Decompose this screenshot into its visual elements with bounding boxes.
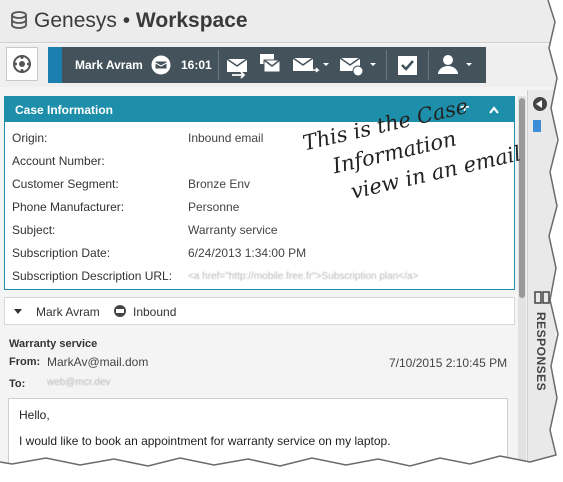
- toolbar-separator: [218, 50, 219, 80]
- interaction-toolbar: Mark Avram 16:01: [48, 47, 486, 83]
- email-subject: Warranty service: [9, 338, 98, 350]
- title-bar: Genesys • Workspace: [0, 0, 556, 43]
- case-information-title: Case Information: [15, 103, 114, 117]
- chevron-down-icon[interactable]: [14, 309, 22, 314]
- email-body-line: Hello,: [19, 408, 50, 422]
- case-field-value: 6/24/2013 1:34:00 PM: [188, 246, 307, 260]
- brand-name: Genesys: [34, 9, 117, 32]
- email-body[interactable]: Hello, I would like to book an appointme…: [8, 398, 508, 470]
- resend-email-icon[interactable]: [338, 47, 378, 83]
- book-icon: [534, 291, 550, 304]
- responses-tab[interactable]: RESPONSES: [528, 290, 556, 470]
- case-field-label: Phone Manufacturer:: [12, 200, 125, 214]
- mark-done-icon[interactable]: [396, 47, 420, 83]
- transfer-email-icon[interactable]: [224, 47, 250, 83]
- email-body-line: I would like to book an appointment for …: [19, 434, 391, 448]
- main-menu-button[interactable]: [6, 47, 38, 81]
- interaction-status: Inbound: [133, 305, 177, 319]
- case-field-row: Phone Manufacturer: Personne: [12, 200, 512, 216]
- case-field-value: Inbound email: [188, 131, 264, 145]
- collapse-sidebar-icon[interactable]: [533, 97, 547, 111]
- case-field-row: Subscription Description URL: <a href="h…: [12, 269, 512, 285]
- reply-email-icon[interactable]: [291, 47, 331, 83]
- toolbar-separator: [428, 50, 429, 80]
- email-from-label: From:: [9, 356, 41, 368]
- scrollbar-thumb[interactable]: [519, 98, 525, 298]
- gear-icon: [13, 55, 31, 73]
- email-status-icon: [151, 55, 171, 75]
- toolbar-agent-name: Mark Avram: [75, 58, 143, 72]
- forward-email-icon[interactable]: [256, 47, 284, 83]
- case-field-row: Subject: Warranty service: [12, 223, 512, 239]
- email-to: web@mcr.dev: [47, 377, 111, 388]
- case-field-value: Personne: [188, 200, 240, 214]
- case-field-value: Warranty service: [188, 223, 278, 237]
- case-field-label: Subscription Description URL:: [12, 269, 173, 283]
- email-from: MarkAv@mail.dom: [47, 355, 149, 369]
- toolbar-accent: [48, 47, 62, 83]
- app-title: Workspace: [135, 9, 248, 32]
- interaction-agent: Mark Avram: [36, 305, 100, 319]
- right-sidebar: RESPONSES: [527, 90, 556, 470]
- case-field-value: <a href="http://mobile.free.fr">Subscrip…: [188, 271, 419, 282]
- toolbar-separator: [386, 50, 387, 80]
- sidebar-indicator: [533, 120, 541, 132]
- party-actions-icon[interactable]: [434, 47, 478, 83]
- case-field-label: Subscription Date:: [12, 246, 111, 260]
- app-brand: Genesys • Workspace: [34, 9, 248, 33]
- case-field-label: Subject:: [12, 223, 56, 237]
- responses-tab-label: RESPONSES: [534, 312, 548, 392]
- interaction-bar[interactable]: Mark Avram Inbound: [4, 297, 515, 325]
- brand-separator: •: [122, 9, 131, 32]
- email-date: 7/10/2015 2:10:45 PM: [389, 356, 508, 370]
- case-field-label: Account Number:: [12, 154, 105, 168]
- case-field-label: Origin:: [12, 131, 48, 145]
- case-field-value: Bronze Env: [188, 177, 251, 191]
- email-view: Warranty service From: MarkAv@mail.dom 7…: [4, 330, 515, 470]
- genesys-logo-icon: [11, 11, 27, 29]
- case-field-row: Subscription Date: 6/24/2013 1:34:00 PM: [12, 246, 512, 262]
- case-field-label: Customer Segment:: [12, 177, 119, 191]
- email-icon: [114, 305, 126, 317]
- workspace-window: Genesys • Workspace Mark Avram 16:01 RES…: [0, 0, 556, 470]
- toolbar-time: 16:01: [181, 58, 212, 72]
- email-to-label: To:: [9, 378, 26, 390]
